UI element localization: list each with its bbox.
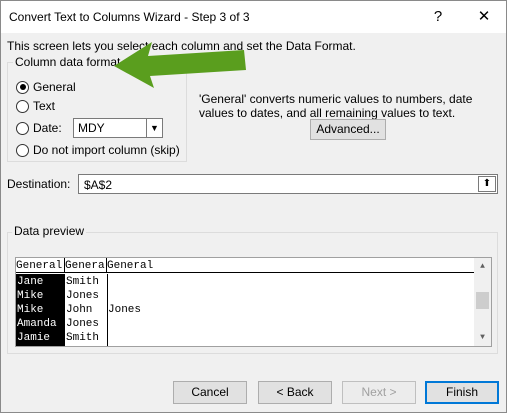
preview-header-row: General General General <box>16 258 474 273</box>
radio-date-label: Date: <box>33 121 62 135</box>
date-format-select[interactable]: MDY ▼ <box>73 118 163 138</box>
advanced-button[interactable]: Advanced... <box>310 119 386 140</box>
format-description: 'General' converts numeric values to num… <box>199 92 473 120</box>
preview-row: Jamie Smith <box>16 331 474 345</box>
preview-row: Jane Smith <box>16 275 474 289</box>
preview-header-col2[interactable]: General <box>65 258 107 273</box>
back-button[interactable]: < Back <box>258 381 332 404</box>
preview-cell: Jamie <box>17 332 51 344</box>
preview-cell: Jane <box>17 276 44 288</box>
preview-cell: John <box>66 304 93 316</box>
data-preview-grid[interactable]: General General General Jane Smith Mike … <box>15 257 492 347</box>
preview-cell: Jones <box>66 318 100 330</box>
radio-date-button[interactable] <box>16 121 29 135</box>
column-data-format-legend: Column data format <box>13 55 123 69</box>
scroll-thumb[interactable] <box>476 292 489 309</box>
chevron-down-icon[interactable]: ▼ <box>146 119 162 137</box>
preview-row: Mike John Jones <box>16 303 474 317</box>
preview-vertical-scrollbar[interactable]: ▲ ▼ <box>474 258 491 346</box>
close-icon[interactable]: ✕ <box>462 1 506 32</box>
preview-cell: Smith <box>66 332 100 344</box>
scroll-down-icon[interactable]: ▼ <box>474 329 491 346</box>
preview-cell: Jones <box>66 290 100 302</box>
radio-text[interactable]: Text <box>16 98 55 114</box>
preview-row: Mike Jones <box>16 289 474 303</box>
preview-cell: Mike <box>17 304 44 316</box>
cancel-button[interactable]: Cancel <box>173 381 247 404</box>
title-bar: Convert Text to Columns Wizard - Step 3 … <box>1 1 506 33</box>
annotation-arrow-icon <box>114 42 246 88</box>
radio-text-button[interactable] <box>16 99 29 113</box>
radio-general-label: General <box>33 80 76 94</box>
preview-cell: Mike <box>17 290 44 302</box>
date-format-value: MDY <box>78 121 105 135</box>
collapse-dialog-icon[interactable]: ⬆ <box>478 176 496 192</box>
preview-cell: Jones <box>108 304 142 316</box>
radio-text-label: Text <box>33 99 56 113</box>
preview-header-col3[interactable]: General <box>107 258 474 273</box>
preview-cell: Smith <box>66 276 100 288</box>
preview-header-col1[interactable]: General <box>16 258 65 273</box>
preview-row: Amanda Jones <box>16 317 474 331</box>
next-button[interactable]: Next > <box>342 381 416 404</box>
radio-general-button[interactable] <box>16 80 29 94</box>
finish-button[interactable]: Finish <box>425 381 499 404</box>
radio-skip-button[interactable] <box>16 143 29 157</box>
preview-cell: Amanda <box>17 318 57 330</box>
radio-general[interactable]: General <box>16 79 76 95</box>
radio-skip-label: Do not import column (skip) <box>33 143 180 157</box>
destination-value: $A$2 <box>84 178 113 192</box>
destination-label: Destination: <box>7 177 71 191</box>
window-title: Convert Text to Columns Wizard - Step 3 … <box>9 10 250 24</box>
help-icon[interactable]: ? <box>416 1 460 32</box>
scroll-up-icon[interactable]: ▲ <box>474 258 491 275</box>
destination-field[interactable]: $A$2 ⬆ <box>78 174 498 194</box>
data-preview-legend: Data preview <box>12 224 87 238</box>
radio-skip[interactable]: Do not import column (skip) <box>16 142 180 158</box>
radio-date[interactable]: Date: <box>16 120 62 136</box>
